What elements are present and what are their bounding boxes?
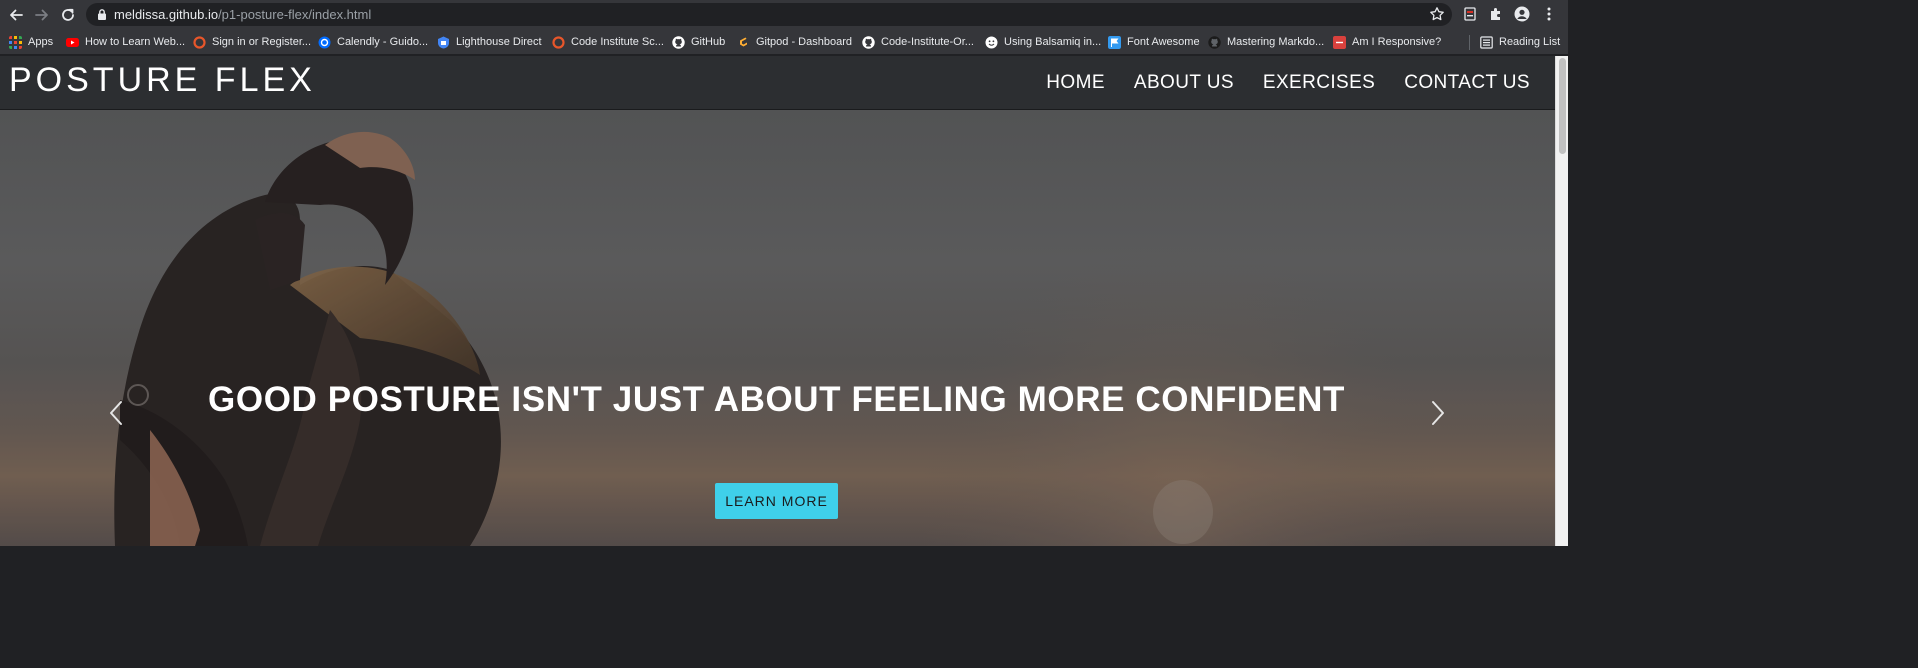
bookmarks-bar: Apps How to Learn Web... Sign in or Regi… xyxy=(0,29,1568,55)
bookmark-separator xyxy=(1469,35,1470,50)
profile-icon[interactable] xyxy=(1513,5,1531,23)
main-nav: HOME ABOUT US EXERCISES CONTACT US xyxy=(1046,72,1530,94)
bookmark-label: GitHub xyxy=(691,36,726,48)
bookmark-item[interactable]: Code-Institute-Or... xyxy=(862,33,974,51)
address-bar[interactable]: meldissa.github.io/p1-posture-flex/index… xyxy=(86,3,1452,26)
bookmark-item[interactable]: Code Institute Sc... xyxy=(552,33,664,51)
lock-icon xyxy=(98,9,106,20)
bookmark-item[interactable]: Font Awesome xyxy=(1108,33,1200,51)
bookmark-apps[interactable]: Apps xyxy=(9,33,53,51)
bookmark-item[interactable]: GitHub xyxy=(672,33,725,51)
github-icon xyxy=(1208,35,1221,49)
github-icon xyxy=(862,35,875,49)
balsamiq-icon xyxy=(985,36,998,48)
brand-logo[interactable]: POSTURE FLEX xyxy=(9,61,316,100)
bookmark-item[interactable]: Calendly - Guido... xyxy=(318,33,428,51)
bookmark-item[interactable]: Using Balsamiq in... xyxy=(985,33,1101,51)
bookmark-label: How to Learn Web... xyxy=(85,36,186,48)
reading-list-label: Reading List xyxy=(1499,36,1561,48)
apps-grid-icon xyxy=(9,35,22,49)
hero-title: GOOD POSTURE ISN'T JUST ABOUT FEELING MO… xyxy=(208,380,1345,419)
hero-carousel: GOOD POSTURE ISN'T JUST ABOUT FEELING MO… xyxy=(0,110,1555,546)
code-institute-icon xyxy=(193,35,206,49)
site-header: POSTURE FLEX HOME ABOUT US EXERCISES CON… xyxy=(0,56,1555,110)
nav-link-home[interactable]: HOME xyxy=(1046,72,1105,94)
puzzle-icon[interactable] xyxy=(1487,5,1505,23)
bookmark-label: Am I Responsive? xyxy=(1352,36,1442,48)
bookmark-label: Mastering Markdo... xyxy=(1227,36,1325,48)
bookmark-label: Sign in or Register... xyxy=(212,36,312,48)
learn-more-button[interactable]: LEARN MORE xyxy=(715,483,838,519)
lighthouse-icon xyxy=(438,36,449,48)
bookmark-label: Calendly - Guido... xyxy=(337,36,429,48)
browser-toolbar: meldissa.github.io/p1-posture-flex/index… xyxy=(0,0,1568,29)
reading-list-icon xyxy=(1480,35,1493,49)
bookmark-label: Code-Institute-Or... xyxy=(881,36,974,48)
reload-icon[interactable] xyxy=(57,4,79,26)
bookmark-label: Apps xyxy=(28,36,54,48)
nav-link-contact-us[interactable]: CONTACT US xyxy=(1404,72,1530,94)
url-path: /p1-posture-flex/index.html xyxy=(218,7,372,22)
hero-background-image xyxy=(0,110,1555,546)
bookmark-item[interactable]: How to Learn Web... xyxy=(66,33,185,51)
extension-icon[interactable] xyxy=(1461,5,1479,23)
code-institute-icon xyxy=(552,35,565,49)
youtube-icon xyxy=(66,37,79,47)
reading-list-button[interactable]: Reading List xyxy=(1480,33,1560,51)
url-text[interactable]: meldissa.github.io/p1-posture-flex/index… xyxy=(114,7,371,22)
gitpod-icon xyxy=(740,37,747,46)
bookmark-item[interactable]: Am I Responsive? xyxy=(1333,33,1441,51)
scrollbar-thumb[interactable] xyxy=(1559,58,1566,154)
nav-link-about-us[interactable]: ABOUT US xyxy=(1134,72,1234,94)
bookmark-item[interactable]: Sign in or Register... xyxy=(193,33,311,51)
url-host: meldissa.github.io xyxy=(114,7,219,22)
font-awesome-icon xyxy=(1108,35,1121,49)
bookmark-label: Code Institute Sc... xyxy=(571,36,664,48)
nav-link-exercises[interactable]: EXERCISES xyxy=(1263,72,1375,94)
bookmark-item[interactable]: Mastering Markdo... xyxy=(1208,33,1324,51)
menu-dots-icon[interactable] xyxy=(1540,5,1558,23)
bookmark-label: Lighthouse Direct xyxy=(456,36,542,48)
page-scrollbar[interactable] xyxy=(1555,56,1568,546)
star-icon[interactable] xyxy=(1429,6,1445,22)
back-arrow-icon[interactable] xyxy=(5,4,27,26)
bookmark-item[interactable]: Lighthouse Direct xyxy=(437,33,542,51)
forward-arrow-icon[interactable] xyxy=(31,4,53,26)
bookmark-label: Gitpod - Dashboard xyxy=(756,36,852,48)
bookmark-item[interactable]: Gitpod - Dashboard xyxy=(737,33,852,51)
calendly-icon xyxy=(318,36,331,48)
bookmark-label: Using Balsamiq in... xyxy=(1004,36,1102,48)
github-icon xyxy=(672,35,685,49)
am-i-responsive-icon xyxy=(1333,35,1346,49)
bookmark-label: Font Awesome xyxy=(1127,36,1200,48)
